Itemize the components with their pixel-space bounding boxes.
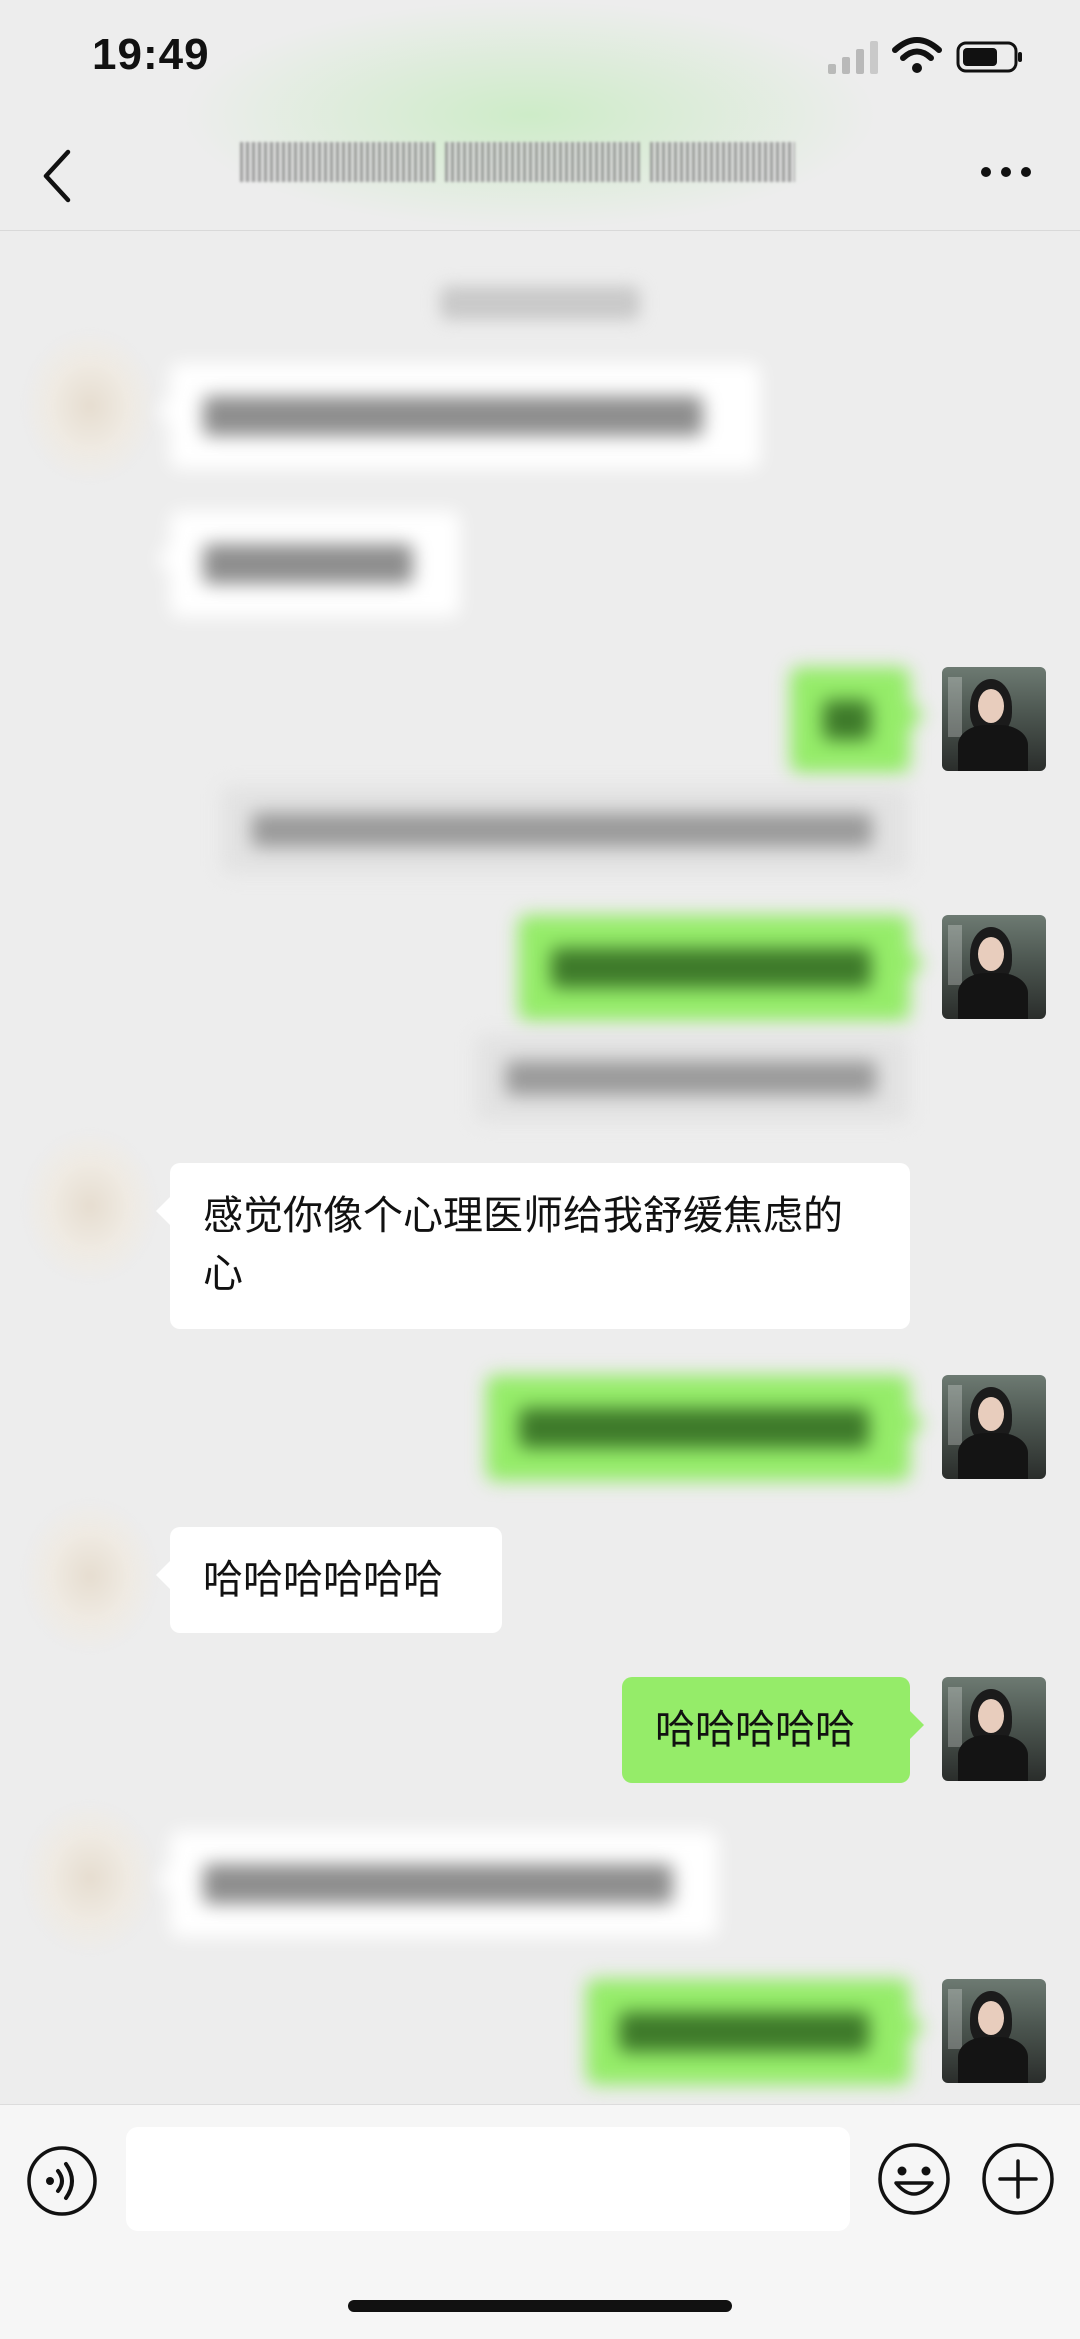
- incoming-message-bubble[interactable]: [156, 1831, 718, 1937]
- chevron-left-icon[interactable]: [40, 148, 76, 204]
- contact-avatar[interactable]: [24, 1803, 156, 1953]
- chat-title: [240, 120, 840, 200]
- user-avatar[interactable]: [942, 915, 1046, 1019]
- incoming-message-bubble[interactable]: [156, 511, 460, 617]
- quoted-message[interactable]: [476, 1035, 908, 1121]
- message-timestamp: [440, 286, 640, 320]
- chat-area[interactable]: 感觉你像个心理医师给我舒缓焦虑的心 哈哈哈哈哈哈 哈哈哈哈哈: [0, 231, 1080, 2104]
- contact-avatar[interactable]: [24, 1131, 156, 1281]
- outgoing-message-bubble[interactable]: [790, 667, 924, 773]
- user-avatar[interactable]: [942, 1677, 1046, 1781]
- voice-icon[interactable]: [26, 2145, 98, 2217]
- ellipsis-icon[interactable]: [980, 160, 1032, 184]
- message-text: 哈哈哈哈哈哈: [203, 1557, 443, 1603]
- outgoing-message-bubble[interactable]: [486, 1375, 924, 1481]
- contact-avatar[interactable]: [24, 1501, 156, 1651]
- wifi-icon: [892, 37, 942, 73]
- home-indicator[interactable]: [348, 2300, 732, 2312]
- incoming-message-bubble[interactable]: [156, 363, 760, 469]
- outgoing-message-bubble[interactable]: [518, 915, 924, 1021]
- incoming-message-bubble[interactable]: 哈哈哈哈哈哈: [156, 1527, 502, 1633]
- outgoing-message-bubble[interactable]: [586, 1979, 924, 2085]
- contact-avatar[interactable]: [24, 331, 156, 481]
- message-text: 哈哈哈哈哈: [655, 1707, 855, 1753]
- title-pixelated: [240, 142, 435, 182]
- user-avatar[interactable]: [942, 667, 1046, 771]
- quoted-message[interactable]: [222, 787, 908, 873]
- message-input[interactable]: [126, 2127, 850, 2231]
- plus-icon[interactable]: [980, 2141, 1056, 2217]
- emoji-icon[interactable]: [876, 2141, 952, 2217]
- title-pixelated: [650, 142, 795, 182]
- incoming-message-bubble[interactable]: 感觉你像个心理医师给我舒缓焦虑的心: [156, 1163, 910, 1329]
- user-avatar[interactable]: [942, 1375, 1046, 1479]
- title-pixelated: [445, 142, 640, 182]
- battery-icon: [956, 41, 1022, 73]
- message-text: 感觉你像个心理医师给我舒缓焦虑的心: [203, 1193, 843, 1297]
- outgoing-message-bubble[interactable]: 哈哈哈哈哈: [622, 1677, 924, 1783]
- user-avatar[interactable]: [942, 1979, 1046, 2083]
